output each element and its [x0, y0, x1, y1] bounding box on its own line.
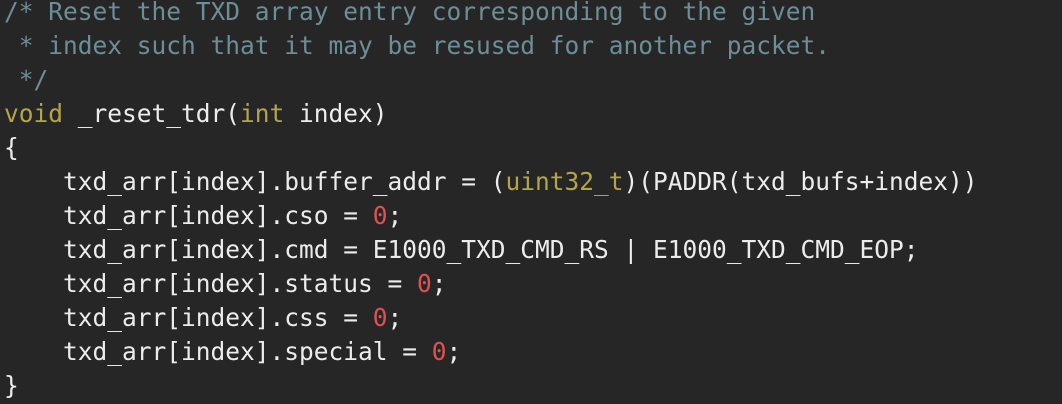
code-line-7: txd_arr[index].cso = 0; — [4, 199, 1062, 233]
code-token-type: uint32_t — [505, 167, 624, 196]
code-token-number: 0 — [372, 201, 388, 230]
code-token-comment: * index such that it may be resused for … — [4, 31, 831, 60]
code-token-plain: ; — [387, 303, 403, 332]
code-line-3: */ — [4, 63, 1062, 97]
code-line-4: void _reset_tdr(int index) — [4, 97, 1062, 131]
code-line-6: txd_arr[index].buffer_addr = (uint32_t)(… — [4, 165, 1062, 199]
code-line-8: txd_arr[index].cmd = E1000_TXD_CMD_RS | … — [4, 233, 1062, 267]
code-token-number: 0 — [417, 269, 432, 298]
code-editor[interactable]: /* Reset the TXD array entry correspondi… — [4, 0, 1062, 404]
code-token-plain: ; — [446, 337, 462, 366]
code-token-plain: txd_arr[index].status = — [4, 269, 418, 298]
code-line-9: txd_arr[index].status = 0; — [4, 267, 1062, 301]
code-token-type: int — [240, 99, 285, 128]
code-line-10: txd_arr[index].css = 0; — [4, 301, 1062, 335]
code-token-type: void — [4, 99, 64, 128]
code-token-comment: /* Reset the TXD array entry correspondi… — [4, 0, 816, 26]
code-line-5: { — [4, 131, 1062, 165]
code-token-plain: txd_arr[index].buffer_addr = ( — [4, 167, 506, 196]
code-token-comment: */ — [4, 65, 49, 94]
code-token-plain: index) — [284, 99, 388, 128]
code-token-plain: )(PADDR(txd_bufs+index)) — [623, 167, 978, 196]
code-token-plain: txd_arr[index].special = — [4, 337, 432, 366]
code-token-plain: txd_arr[index].cso = — [4, 201, 373, 230]
code-token-plain: _reset_tdr( — [63, 99, 241, 128]
code-token-plain: { — [4, 133, 19, 162]
code-line-1: /* Reset the TXD array entry correspondi… — [4, 0, 1062, 29]
code-token-plain: txd_arr[index].cmd = E1000_TXD_CMD_RS | … — [4, 235, 919, 264]
code-token-number: 0 — [372, 303, 388, 332]
code-line-11: txd_arr[index].special = 0; — [4, 335, 1062, 369]
code-token-plain: ; — [431, 269, 447, 298]
code-line-2: * index such that it may be resused for … — [4, 29, 1062, 63]
code-token-plain: ; — [387, 201, 403, 230]
code-line-12: } — [4, 369, 1062, 403]
code-token-number: 0 — [431, 337, 447, 366]
code-token-plain: txd_arr[index].css = — [4, 303, 373, 332]
code-token-plain: } — [4, 371, 19, 400]
